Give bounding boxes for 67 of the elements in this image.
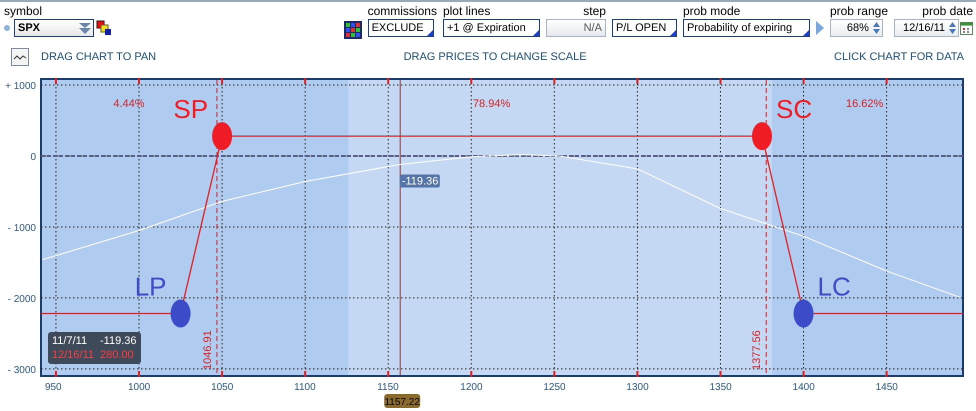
corner-triangle-icon: [532, 30, 539, 36]
field-label: prob mode: [682, 4, 742, 19]
dropdown-field[interactable]: +1 @ Expiration: [442, 19, 540, 37]
axis-label: 1450: [876, 382, 898, 393]
axis-label: 1300: [626, 382, 649, 393]
field-label: prob date: [921, 4, 973, 19]
axis-label: 1250: [543, 382, 566, 393]
step-field: N/A: [546, 19, 606, 37]
field-label: symbol: [4, 4, 44, 19]
leg-marker[interactable]: [170, 300, 191, 328]
value-label: -119.36: [400, 174, 440, 188]
axis-label: 0: [30, 152, 36, 163]
double-chevron-icon[interactable]: [78, 21, 92, 35]
axis-label: 1100: [294, 382, 316, 393]
breakeven-label: 1046.91: [202, 330, 214, 370]
axis-label: - 1000: [8, 222, 36, 234]
field-label: plot lines: [442, 4, 492, 19]
status-dot-icon: [4, 25, 10, 31]
tooltip-date: 12/16/11: [52, 349, 94, 361]
axis-label: - 3000: [8, 364, 36, 376]
corner-triangle-icon: [670, 30, 676, 36]
probability-label: 16.62%: [846, 98, 884, 110]
leg-marker[interactable]: [212, 122, 232, 150]
spinner-arrows-icon[interactable]: [872, 21, 881, 35]
axis-label: 1200: [460, 382, 483, 393]
axis-label: 950: [44, 382, 62, 393]
leg-label: LC: [818, 272, 851, 302]
breakeven-label: 1377.56: [751, 330, 764, 370]
axis-label: + 1000: [5, 81, 36, 92]
field-label: prob range: [830, 4, 888, 19]
leg-marker[interactable]: [794, 300, 814, 328]
dropdown-field[interactable]: Probability of expiring: [682, 19, 810, 37]
axis-label: - 2000: [8, 294, 36, 305]
tooltip-date: 11/7/11: [52, 335, 88, 347]
grid-icon[interactable]: [344, 21, 362, 39]
calendar-icon[interactable]: [960, 21, 973, 35]
field-label: commissions: [368, 4, 437, 19]
tooltip-value: -119.36: [100, 335, 137, 347]
axis-label: 1400: [792, 382, 815, 393]
spinner-field[interactable]: 12/16/11: [894, 19, 959, 37]
dropdown-field[interactable]: EXCLUDE: [368, 19, 434, 37]
ref-line-label: 1157.22: [384, 397, 420, 408]
axis-label: 1050: [211, 382, 234, 393]
corner-triangle-icon: [426, 30, 433, 36]
field-label: step: [582, 4, 606, 19]
hint-text: DRAG PRICES TO CHANGE SCALE: [402, 51, 588, 63]
symbol-field[interactable]: SPX: [14, 19, 94, 37]
leg-marker[interactable]: [752, 122, 772, 150]
probability-label: 78.94%: [472, 98, 510, 110]
probability-label: 4.44%: [113, 98, 145, 110]
axis-label: 1350: [709, 382, 732, 393]
corner-triangle-icon: [802, 30, 809, 36]
axis-label: 1000: [128, 382, 150, 393]
play-arrow-icon[interactable]: [816, 21, 824, 35]
hint-text: CLICK CHART FOR DATA: [834, 51, 964, 63]
hint-text: DRAG CHART TO PAN: [41, 51, 156, 63]
dropdown-field[interactable]: P/L OPEN: [612, 19, 677, 37]
spinner-field[interactable]: 68%: [830, 19, 883, 37]
chart-icon[interactable]: [11, 48, 29, 66]
spinner-arrows-icon[interactable]: [948, 21, 957, 35]
leg-label: LP: [134, 272, 167, 302]
price-badge[interactable]: 1157.22: [384, 394, 420, 408]
tooltip-value: 280.00: [100, 349, 135, 361]
axis-label: 1150: [377, 382, 399, 393]
leg-label: SC: [776, 94, 812, 124]
color-squares-icon[interactable]: [96, 20, 112, 36]
leg-label: SP: [173, 94, 208, 124]
